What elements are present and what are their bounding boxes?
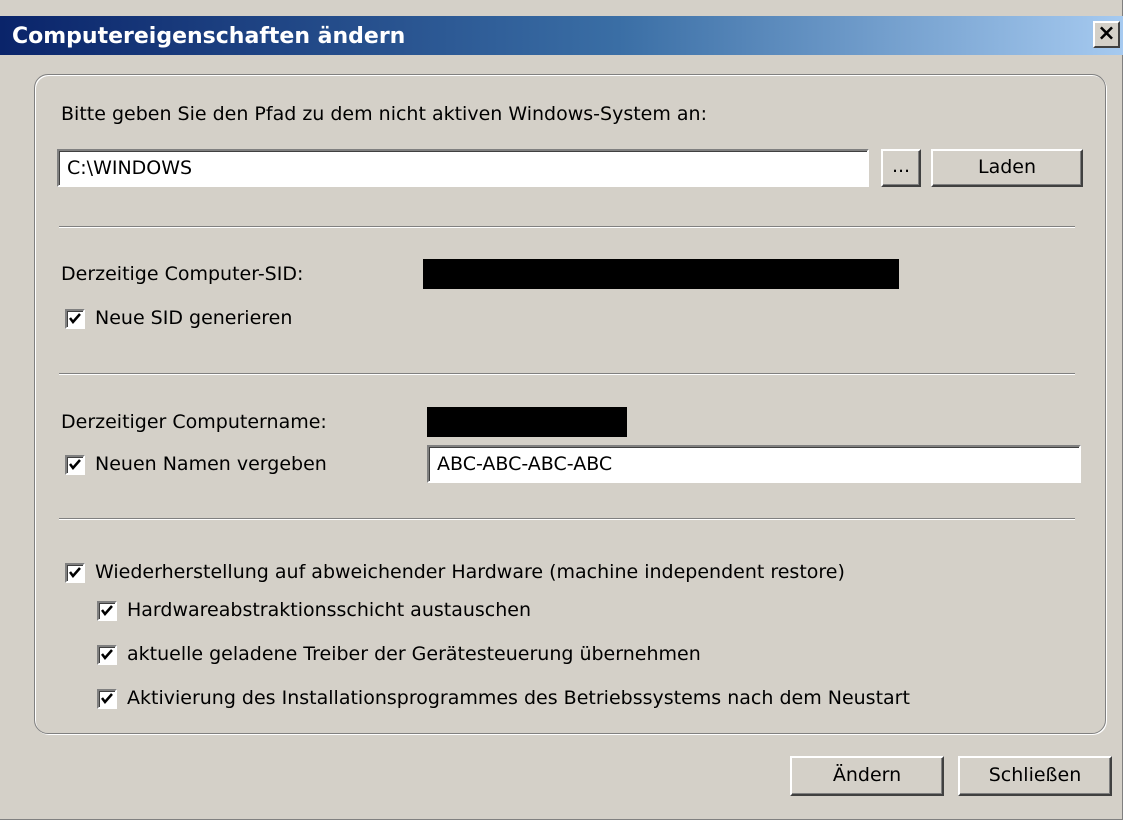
setup-activation-checkbox[interactable] [97,689,117,709]
current-name-label: Derzeitiger Computername: [61,411,327,433]
hal-label[interactable]: Hardwareabstraktionsschicht austauschen [127,599,531,621]
rename-label[interactable]: Neuen Namen vergeben [95,453,327,475]
close-icon[interactable]: × [1093,21,1120,48]
new-name-input[interactable]: ABC-ABC-ABC-ABC [427,445,1081,483]
checkmark-icon [101,605,113,616]
generate-sid-label[interactable]: Neue SID generieren [95,307,292,329]
path-prompt-label: Bitte geben Sie den Pfad zu dem nicht ak… [61,103,707,125]
checkmark-icon [101,693,113,704]
dialog-window: Computereigenschaften ändern × Bitte geb… [0,0,1123,820]
drivers-label[interactable]: aktuelle geladene Treiber der Gerätesteu… [127,643,701,665]
browse-button[interactable]: ... [881,149,921,187]
rename-checkbox[interactable] [65,455,85,475]
setup-activation-label[interactable]: Aktivierung des Installationsprogrammes … [127,687,910,709]
checkmark-icon [69,313,81,324]
checkmark-icon [69,459,81,470]
checkmark-icon [101,649,113,660]
checkmark-icon [69,567,81,578]
redacted-sid-value [423,259,899,289]
separator [59,226,1075,228]
separator [59,373,1075,375]
properties-group-panel: Bitte geben Sie den Pfad zu dem nicht ak… [34,74,1106,734]
restore-checkbox[interactable] [65,563,85,583]
separator [59,518,1075,520]
apply-button[interactable]: Ändern [790,756,944,796]
close-button[interactable]: Schließen [958,756,1112,796]
path-input[interactable]: C:\WINDOWS [57,149,869,187]
redacted-name-value [427,407,627,437]
current-sid-label: Derzeitige Computer-SID: [61,263,304,285]
generate-sid-checkbox[interactable] [65,309,85,329]
load-button[interactable]: Laden [931,149,1083,187]
hal-checkbox[interactable] [97,601,117,621]
drivers-checkbox[interactable] [97,645,117,665]
restore-label[interactable]: Wiederherstellung auf abweichender Hardw… [95,561,845,583]
window-title: Computereigenschaften ändern [12,24,406,49]
title-bar[interactable]: Computereigenschaften ändern × [0,16,1123,55]
